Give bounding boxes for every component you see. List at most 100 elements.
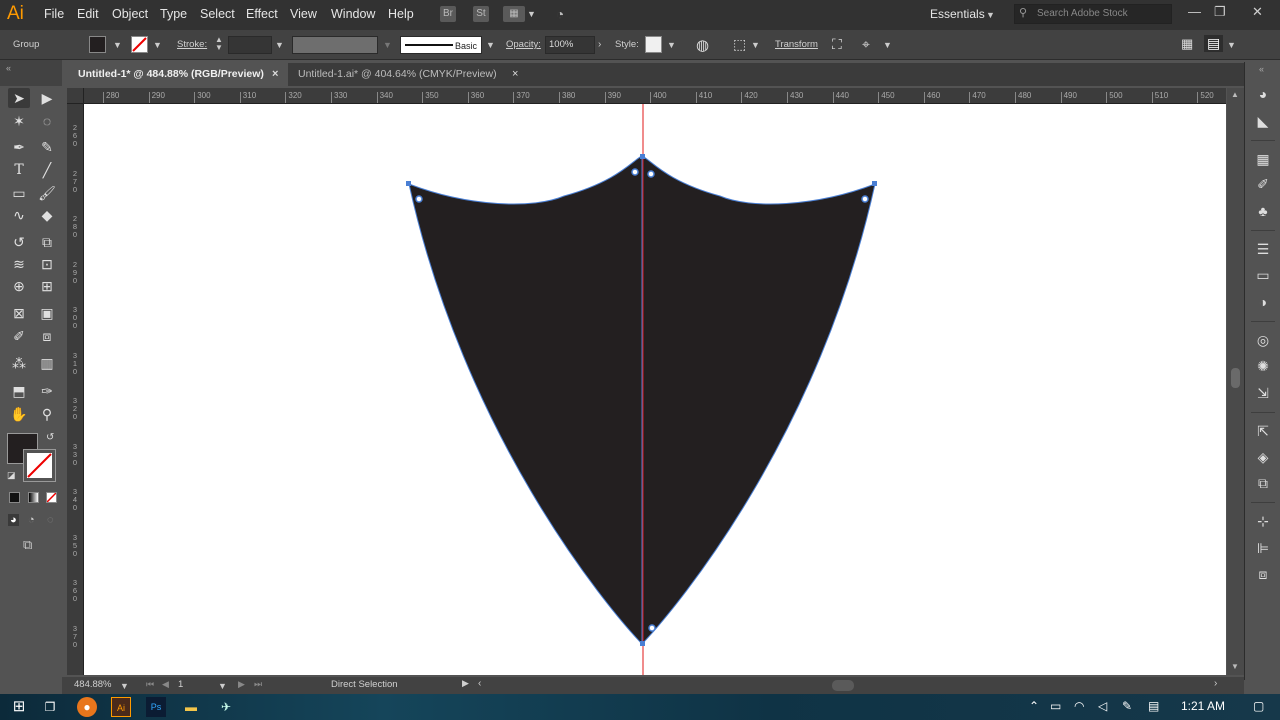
- previous-artboard-icon[interactable]: ◀: [162, 679, 169, 690]
- scale-tool-icon[interactable]: ⧉: [36, 232, 58, 252]
- draw-inside-icon[interactable]: ◌: [47, 514, 54, 526]
- artboard-number[interactable]: 1: [178, 679, 183, 690]
- live-corner-widget[interactable]: [647, 170, 655, 178]
- none-mode-icon[interactable]: [46, 492, 57, 503]
- stroke-color-box[interactable]: [23, 449, 56, 482]
- gradient-panel-icon[interactable]: ▭: [1253, 266, 1273, 284]
- horizontal-ruler[interactable]: 280 290 300 310 320 330 340 350 360 370 380 390 400 4…: [84, 88, 1226, 104]
- color-panel-icon[interactable]: ◕: [1253, 85, 1273, 103]
- ruler-origin[interactable]: [67, 88, 84, 104]
- rotate-tool-icon[interactable]: ↺: [8, 232, 30, 252]
- swap-fill-stroke-icon[interactable]: ↺: [46, 432, 54, 443]
- curvature-tool-icon[interactable]: ✎: [36, 137, 58, 157]
- mesh-tool-icon[interactable]: ⊠: [8, 303, 30, 323]
- shield-right-half[interactable]: [641, 155, 876, 646]
- search-input[interactable]: Search Adobe Stock: [1014, 4, 1172, 24]
- chevron-down-icon[interactable]: ▼: [486, 40, 495, 50]
- slice-tool-icon[interactable]: ✑: [36, 381, 58, 401]
- restore-button[interactable]: ❐: [1214, 4, 1226, 20]
- anchor-point[interactable]: [640, 154, 645, 159]
- last-artboard-icon[interactable]: ⏭: [254, 679, 262, 690]
- stroke-weight-field[interactable]: [228, 36, 272, 54]
- windows-start-icon[interactable]: ⊞: [9, 697, 29, 717]
- pen-tool-icon[interactable]: ✒: [8, 137, 30, 157]
- panel-menu-icon[interactable]: ▤: [1204, 35, 1224, 52]
- live-corner-widget[interactable]: [861, 195, 869, 203]
- menu-file[interactable]: File: [44, 7, 64, 21]
- workspace-switcher[interactable]: Essentials: [930, 7, 985, 21]
- puppet-warp-icon[interactable]: ⌖: [862, 36, 870, 53]
- live-corner-widget[interactable]: [415, 195, 423, 203]
- photoshop-icon[interactable]: Ps: [146, 697, 166, 717]
- anchor-point[interactable]: [406, 181, 411, 186]
- scroll-up-icon[interactable]: ▲: [1231, 90, 1239, 99]
- firefox-icon[interactable]: ●: [77, 697, 97, 717]
- stroke-label[interactable]: Stroke:: [177, 39, 207, 50]
- asset-export-panel-icon[interactable]: ⇲: [1253, 384, 1273, 402]
- shape-builder-tool-icon[interactable]: ⊕: [8, 276, 30, 296]
- perspective-grid-tool-icon[interactable]: ⊞: [36, 276, 58, 296]
- layers-panel-icon[interactable]: ◈: [1253, 448, 1273, 466]
- menu-view[interactable]: View: [290, 7, 317, 21]
- chevron-down-icon[interactable]: ▼: [153, 40, 162, 50]
- rectangle-tool-icon[interactable]: ▭: [8, 183, 30, 203]
- appearance-panel-icon[interactable]: ◎: [1253, 331, 1273, 349]
- illustrator-icon[interactable]: Ai: [111, 697, 131, 717]
- export-panel-icon[interactable]: ⇱: [1253, 422, 1273, 440]
- file-explorer-icon[interactable]: ▬: [181, 697, 201, 717]
- gpu-performance-icon[interactable]: ◔: [552, 6, 568, 22]
- menu-select[interactable]: Select: [200, 7, 235, 21]
- horizontal-scroll-thumb[interactable]: [832, 680, 854, 691]
- chevron-down-icon[interactable]: ▼: [751, 40, 760, 50]
- action-center-icon[interactable]: ▢: [1253, 699, 1264, 713]
- width-tool-icon[interactable]: ≋: [8, 254, 30, 274]
- stock-icon[interactable]: St: [473, 6, 489, 22]
- battery-icon[interactable]: ▭: [1050, 699, 1061, 713]
- artboards-panel-icon[interactable]: ⧉: [1253, 474, 1273, 492]
- collapse-toolbar-icon[interactable]: «: [6, 63, 11, 73]
- opacity-field[interactable]: 100%: [545, 36, 595, 54]
- isolate-icon[interactable]: ⛶: [832, 36, 842, 53]
- stroke-panel-icon[interactable]: ☰: [1253, 240, 1273, 258]
- brush-definition[interactable]: Basic: [400, 36, 482, 54]
- show-hidden-icons-icon[interactable]: ⌃: [1029, 699, 1039, 713]
- stroke-swatch[interactable]: [131, 36, 148, 53]
- chevron-right-icon[interactable]: ›: [598, 39, 601, 50]
- artboard-tool-icon[interactable]: ⬒: [8, 381, 30, 401]
- pathfinder-panel-icon[interactable]: ⧈: [1253, 565, 1273, 583]
- stroke-stepper-icon[interactable]: ▲ ▼: [215, 36, 223, 52]
- next-artboard-icon[interactable]: ▶: [238, 679, 245, 690]
- volume-icon[interactable]: ◁: [1098, 699, 1107, 713]
- color-mode-icon[interactable]: [9, 492, 20, 503]
- type-tool-icon[interactable]: T: [8, 160, 30, 180]
- anchor-point[interactable]: [640, 641, 645, 646]
- recolor-artwork-icon[interactable]: ◍: [696, 36, 709, 54]
- tab-untitled-1-cmyk[interactable]: Untitled-1.ai* @ 404.64% (CMYK/Preview) …: [282, 63, 532, 86]
- scroll-thumb[interactable]: [1231, 368, 1240, 388]
- draw-behind-icon[interactable]: ◔: [28, 514, 35, 526]
- chevron-down-icon[interactable]: ▼: [883, 40, 892, 50]
- clock[interactable]: 1:21 AM: [1181, 699, 1225, 713]
- symbol-sprayer-tool-icon[interactable]: ⁂: [8, 353, 30, 373]
- status-menu-icon[interactable]: ▶: [462, 678, 469, 689]
- eraser-tool-icon[interactable]: ◆: [36, 205, 58, 225]
- bridge-icon[interactable]: Br: [440, 6, 456, 22]
- arrange-panels-icon[interactable]: ▦: [1181, 36, 1193, 52]
- transform-panel-icon[interactable]: ⊹: [1253, 512, 1273, 530]
- hand-tool-icon[interactable]: ✋: [8, 404, 30, 424]
- menu-object[interactable]: Object: [112, 7, 148, 21]
- close-tab-icon[interactable]: ×: [272, 63, 278, 86]
- live-corner-widget[interactable]: [631, 168, 639, 176]
- graphic-style-swatch[interactable]: [645, 36, 662, 53]
- gradient-tool-icon[interactable]: ▣: [36, 303, 58, 323]
- arrange-documents-icon[interactable]: ▦: [503, 6, 525, 22]
- magic-wand-tool-icon[interactable]: ✶: [8, 111, 30, 131]
- shield-left-half[interactable]: [408, 155, 643, 646]
- wifi-icon[interactable]: ◠: [1074, 699, 1084, 713]
- swatches-panel-icon[interactable]: ▦: [1253, 150, 1273, 168]
- chevron-down-icon[interactable]: ▼: [527, 9, 536, 19]
- menu-effect[interactable]: Effect: [246, 7, 278, 21]
- chevron-down-icon[interactable]: ▼: [113, 40, 122, 50]
- scroll-right-icon[interactable]: ›: [1214, 678, 1217, 689]
- keyboard-icon[interactable]: ▤: [1148, 699, 1159, 713]
